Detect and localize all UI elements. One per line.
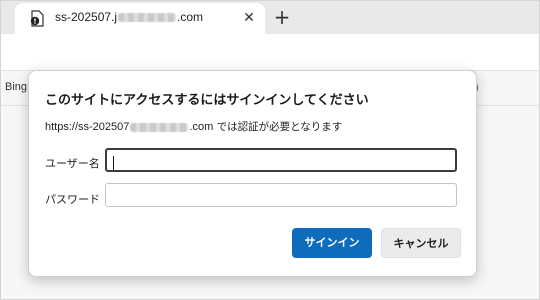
description-url-suffix: .com [189, 121, 214, 133]
browser-window: ss-202507.j.com ✕ + Bing ) このサイトにアクセスするに… [0, 0, 540, 300]
password-label: パスワード [45, 193, 100, 206]
redacted-text [130, 122, 189, 132]
text-caret [113, 156, 114, 170]
browser-tab[interactable]: ss-202507.j .com ✕ [15, 3, 265, 34]
sign-in-dialog: このサイトにアクセスするにはサインインしてください https://ss-202… [28, 70, 477, 277]
tab-strip: ss-202507.j .com ✕ + [1, 1, 539, 34]
description-text: では認証が必要となります [213, 121, 343, 133]
redacted-text [118, 13, 177, 23]
sign-in-button[interactable]: サインイン [292, 228, 372, 258]
username-field[interactable] [105, 148, 457, 172]
address-bar[interactable] [1, 34, 539, 71]
plus-icon[interactable]: + [271, 6, 293, 28]
close-icon[interactable]: ✕ [239, 8, 259, 28]
favorite-item-bing[interactable]: Bing [5, 81, 27, 93]
description-url-prefix: https://ss-202507 [45, 121, 130, 133]
dialog-title: このサイトにアクセスするにはサインインしてください [45, 93, 369, 108]
cancel-button[interactable]: キャンセル [381, 228, 461, 258]
tab-title-suffix: .com [177, 10, 204, 24]
page-icon [30, 10, 44, 27]
username-label: ユーザー名 [45, 157, 100, 170]
tab-title: ss-202507.j .com [55, 10, 203, 24]
tab-title-prefix: ss-202507.j [55, 10, 118, 24]
dialog-description: https://ss-202507 .com では認証が必要となります [45, 119, 342, 134]
password-field[interactable] [105, 183, 457, 207]
